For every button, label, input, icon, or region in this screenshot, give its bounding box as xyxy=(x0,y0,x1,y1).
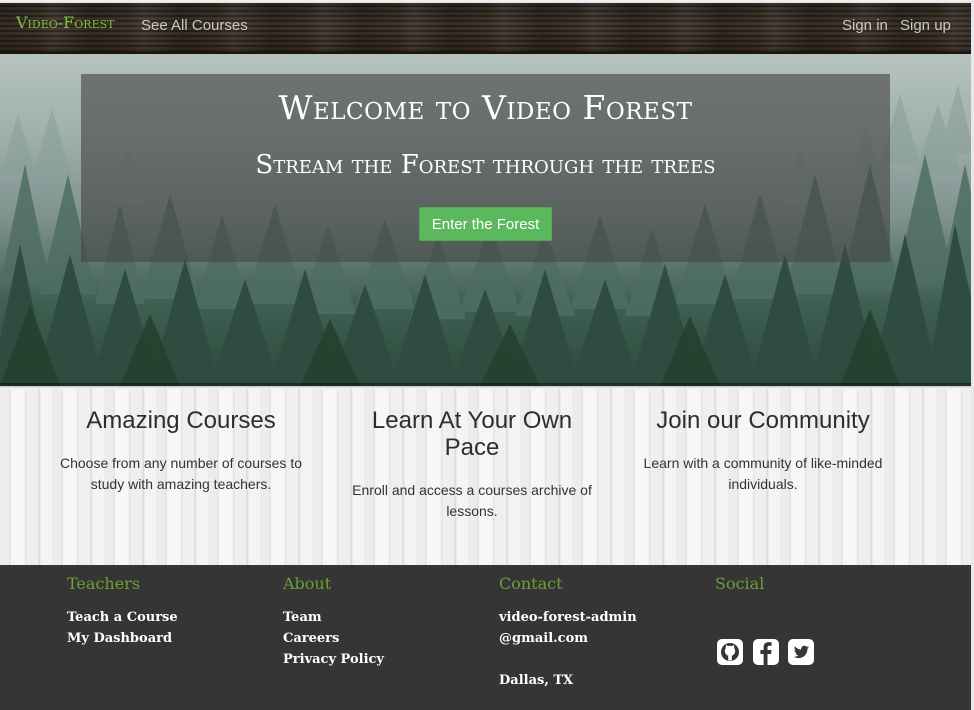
features-section: Amazing Courses Choose from any number o… xyxy=(0,389,974,565)
feature-text: Choose from any number of courses to stu… xyxy=(59,455,302,492)
hero-overlay-box: Welcome to Video Forest Stream the Fores… xyxy=(81,74,890,262)
hero-subtitle: Stream the Forest through the trees xyxy=(255,150,716,180)
feature-card-community: Join our Community Learn with a communit… xyxy=(629,389,897,495)
feature-title: Join our Community xyxy=(656,407,870,434)
sign-up-link[interactable]: Sign up xyxy=(900,17,951,34)
my-dashboard-link[interactable]: My Dashboard xyxy=(67,628,267,649)
feature-title: Learn At Your Own Pace xyxy=(371,407,573,461)
feature-card-pace: Learn At Your Own Pace Enroll and access… xyxy=(338,389,606,522)
footer-heading-teachers: Teachers xyxy=(67,574,141,593)
twitter-icon[interactable] xyxy=(788,639,814,665)
footer-social-column: Social xyxy=(715,565,915,594)
navbar: Video-Forest See All Courses Sign in Sig… xyxy=(0,3,974,54)
hero-title: Welcome to Video Forest xyxy=(278,88,693,127)
footer-teachers-column: Teachers Teach a Course My Dashboard xyxy=(67,565,267,649)
teach-a-course-link[interactable]: Teach a Course xyxy=(67,607,267,628)
facebook-icon[interactable] xyxy=(753,639,779,665)
hero-section: Welcome to Video Forest Stream the Fores… xyxy=(0,54,974,386)
contact-email-link[interactable]: video-forest-admin@gmail.com xyxy=(499,607,649,649)
footer-about-column: About Team Careers Privacy Policy xyxy=(283,565,483,670)
privacy-policy-link[interactable]: Privacy Policy xyxy=(283,649,483,670)
feature-card-courses: Amazing Courses Choose from any number o… xyxy=(47,389,315,495)
sign-in-link[interactable]: Sign in xyxy=(842,17,888,34)
team-link[interactable]: Team xyxy=(283,607,483,628)
github-icon[interactable] xyxy=(717,639,743,665)
footer-heading-social: Social xyxy=(715,574,765,593)
footer-heading-about: About xyxy=(283,574,332,593)
footer: Teachers Teach a Course My Dashboard Abo… xyxy=(0,565,974,710)
feature-text: Learn with a community of like-minded in… xyxy=(643,455,883,492)
contact-city: Dallas, TX xyxy=(499,673,574,688)
feature-title: Amazing Courses xyxy=(86,407,276,434)
careers-link[interactable]: Careers xyxy=(283,628,483,649)
brand-logo[interactable]: Video-Forest xyxy=(16,13,114,32)
feature-text: Enroll and access a courses archive of l… xyxy=(352,482,592,519)
footer-contact-column: Contact video-forest-admin@gmail.com Dal… xyxy=(499,565,649,691)
see-all-courses-link[interactable]: See All Courses xyxy=(141,17,248,34)
enter-forest-button[interactable]: Enter the Forest xyxy=(419,207,552,241)
footer-heading-contact: Contact xyxy=(499,574,563,593)
